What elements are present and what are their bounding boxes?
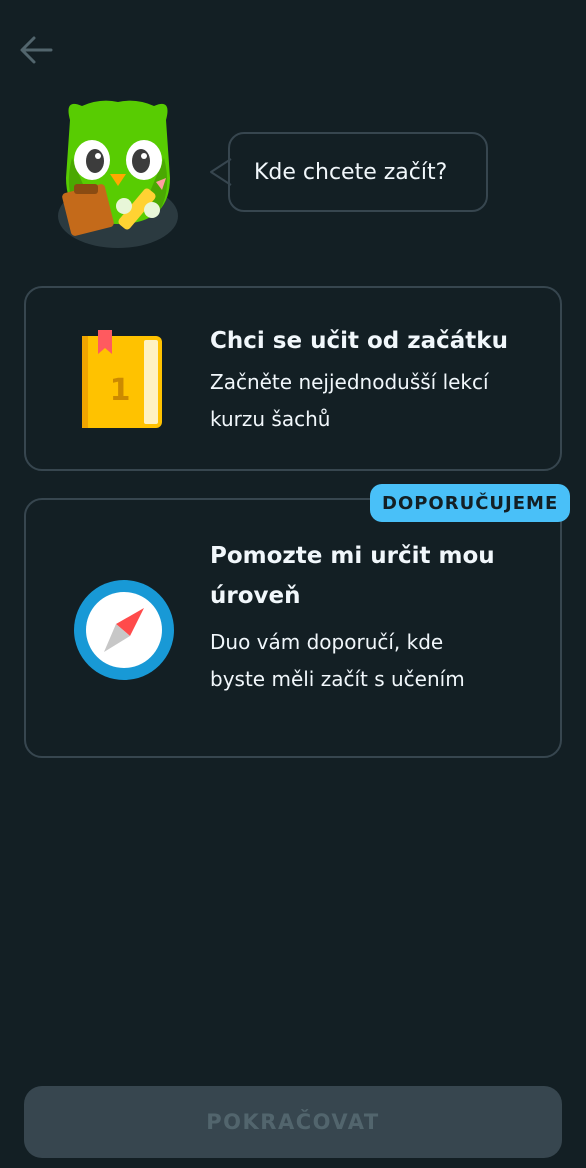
recommended-badge: DOPORUČUJEME [370, 484, 571, 522]
book-icon: 1 [82, 330, 162, 428]
option-title: Chci se učit od začátku [210, 328, 508, 354]
compass-icon [74, 580, 174, 680]
duo-owl-mascot [58, 100, 178, 248]
option-find-my-level[interactable]: Pomozte mi určit mou úroveň Duo vám dopo… [24, 498, 562, 758]
prompt-text: Kde chcete začít? [254, 159, 448, 185]
back-button[interactable] [16, 30, 56, 70]
book-number: 1 [110, 373, 131, 408]
option-title: Pomozte mi určit mou úroveň [210, 543, 495, 609]
option-description: Začněte nejjednodušší lekcí kurzu šachů [210, 370, 489, 431]
arrow-left-icon [20, 36, 53, 64]
speech-bubble: Kde chcete začít? [228, 132, 488, 212]
continue-button[interactable]: POKRAČOVAT [24, 1086, 562, 1158]
option-start-from-beginning[interactable]: 1 Chci se učit od začátku Začněte nejjed… [24, 286, 562, 471]
option-description: Duo vám doporučí, kde byste měli začít s… [210, 630, 465, 691]
